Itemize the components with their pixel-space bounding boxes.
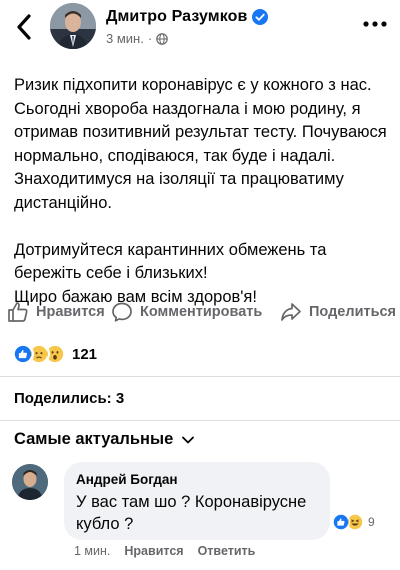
comment-button[interactable]: Комментировать [110,296,262,328]
share-arrow-icon [281,303,301,321]
sort-label: Самые актуальные [14,430,174,448]
comment-sort-dropdown[interactable]: Самые актуальные [14,430,195,449]
globe-icon [156,32,168,45]
share-count[interactable]: Поделились: 3 [14,390,124,407]
thumbs-up-icon [8,302,28,322]
comment-reactions[interactable]: 9 [330,512,377,532]
back-arrow-icon[interactable] [10,12,40,42]
post-meta: 3 мин. · [106,31,168,46]
like-reaction-icon [332,513,350,531]
share-label: Поделиться [309,304,397,320]
like-label: Нравится [36,304,105,320]
post-actions-bar: Нравится Комментировать Поделиться [0,296,400,328]
more-options-icon[interactable] [360,12,390,36]
author-name-text[interactable]: Дмитро Разумков [106,8,247,26]
comment-like-button[interactable]: Нравится [124,544,183,558]
share-button[interactable]: Поделиться [279,296,396,328]
chevron-down-icon [182,436,195,443]
comment-meta: 1 мин. Нравится Ответить [74,544,255,558]
post-time[interactable]: 3 мин. [106,31,144,46]
comment-reaction-count: 9 [368,515,375,529]
divider [0,376,400,377]
comment-text: У вас там шо ? Коронавірусне кубло ? [76,493,307,533]
like-reaction-icon [12,343,34,365]
comment-label: Комментировать [140,304,263,320]
meta-separator: · [147,31,153,46]
commenter-avatar[interactable] [12,464,48,500]
reaction-summary[interactable]: 121 [12,340,97,368]
post-header: Дмитро Разумков 3 мин. · [0,0,400,56]
comment-author[interactable]: Андрей Богдан [76,472,318,487]
comment-bubble[interactable]: Андрей Богдан У вас там шо ? Коронавірус… [64,462,330,540]
comment-time: 1 мин. [74,544,111,558]
author-avatar[interactable] [50,3,96,49]
post-body-text: Ризик підхопити коронавірус є у кожного … [14,76,387,306]
comment-icon [112,302,132,322]
comment-reply-button[interactable]: Ответить [198,544,256,558]
author-name[interactable]: Дмитро Разумков [106,8,269,26]
divider [0,420,400,421]
verified-badge-icon [252,9,269,25]
reaction-count: 121 [72,345,98,363]
like-button[interactable]: Нравится [6,296,105,328]
